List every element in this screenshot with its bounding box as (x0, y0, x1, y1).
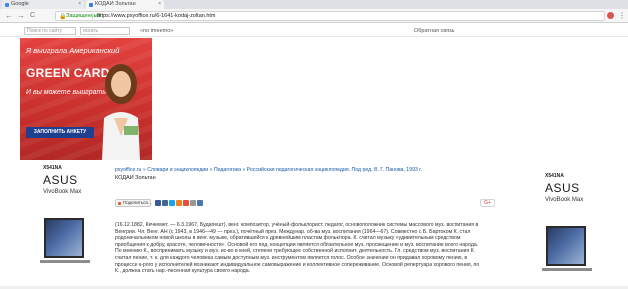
laptop-ad-right[interactable]: X541NA ASUS VivoBook Max (542, 170, 594, 289)
tab-google[interactable]: Google × (2, 0, 84, 9)
apply-button[interactable]: ЗАПОЛНИТЬ АНКЕТУ (26, 127, 94, 138)
feedback-link[interactable]: Обратная связь (414, 27, 455, 35)
browser-window: Google × КОДАИ Зольтан × ← → C 🔒 Защищен… (0, 0, 628, 289)
print-icon[interactable] (190, 200, 196, 206)
tab-label: КОДАИ Зольтан (95, 1, 136, 7)
green-card-ad[interactable]: Я выиграла Американский GREEN CARD И вы … (20, 38, 152, 160)
laptop-base-image (542, 268, 592, 271)
odnoklassniki-icon[interactable] (176, 200, 182, 206)
nav-link[interactable]: «no imeemo» (140, 27, 173, 35)
search-select[interactable]: искать (80, 27, 130, 35)
address-bar[interactable]: 🔒 Защищенный https://www.psyoffice.ru/6-… (55, 11, 605, 21)
forward-arrow-icon[interactable]: → (17, 10, 25, 22)
secure-label: Защищенный (66, 13, 101, 19)
laptop-screen-image (44, 218, 84, 258)
laptop-ad-left[interactable]: X541NA ASUS VivoBook Max (40, 162, 92, 289)
tab-bar: Google × КОДАИ Зольтан × (0, 0, 628, 9)
omnibox-divider (92, 13, 93, 19)
google-favicon-icon (5, 2, 9, 7)
share-icon (118, 201, 121, 205)
facebook-icon[interactable] (155, 200, 161, 206)
vk-icon[interactable] (162, 200, 168, 206)
share-button[interactable]: Поделиться… (115, 199, 153, 207)
link-icon[interactable] (197, 200, 203, 206)
twitter-icon[interactable] (169, 200, 175, 206)
laptop-product: VivoBook Max (43, 189, 82, 195)
page-title: КОДАИ Зольтан (115, 175, 156, 181)
close-tab-icon[interactable]: × (78, 0, 81, 9)
laptop-brand: ASUS (545, 181, 580, 195)
laptop-base-image (40, 260, 90, 263)
share-label: Поделиться… (123, 200, 153, 205)
tab-active[interactable]: КОДАИ Зольтан × (86, 0, 164, 9)
back-arrow-icon[interactable]: ← (5, 10, 13, 22)
browser-toolbar: ← → C 🔒 Защищенный https://www.psyoffice… (0, 9, 628, 23)
laptop-product: VivoBook Max (545, 197, 584, 203)
article-body: (16.12.1882, Кечкемет, — 6.3.1967, Будап… (115, 222, 480, 275)
extension-icon[interactable] (607, 12, 614, 19)
url-text: https://www.psyoffice.ru/6-1641-kodaj-zo… (97, 13, 216, 19)
google-plus-button[interactable]: G+ (480, 199, 495, 207)
laptop-screen-image (546, 226, 586, 266)
mail-icon[interactable] (183, 200, 189, 206)
laptop-brand: ASUS (43, 173, 78, 187)
reload-icon[interactable]: C (30, 10, 35, 22)
ad-woman-image (102, 64, 140, 160)
menu-icon[interactable]: ⋮ (618, 10, 626, 22)
close-tab-icon[interactable]: × (158, 0, 161, 9)
ad-line1: Я выиграла Американский (26, 46, 120, 55)
site-favicon-icon (89, 2, 93, 7)
laptop-model: X541NA (545, 173, 564, 179)
tab-label: Google (11, 1, 29, 7)
breadcrumb[interactable]: psyoffice.ru » Словари и энциклопедии » … (115, 167, 422, 174)
laptop-model: X541NA (43, 165, 62, 171)
search-input[interactable]: Поиск по сайту (24, 27, 76, 35)
